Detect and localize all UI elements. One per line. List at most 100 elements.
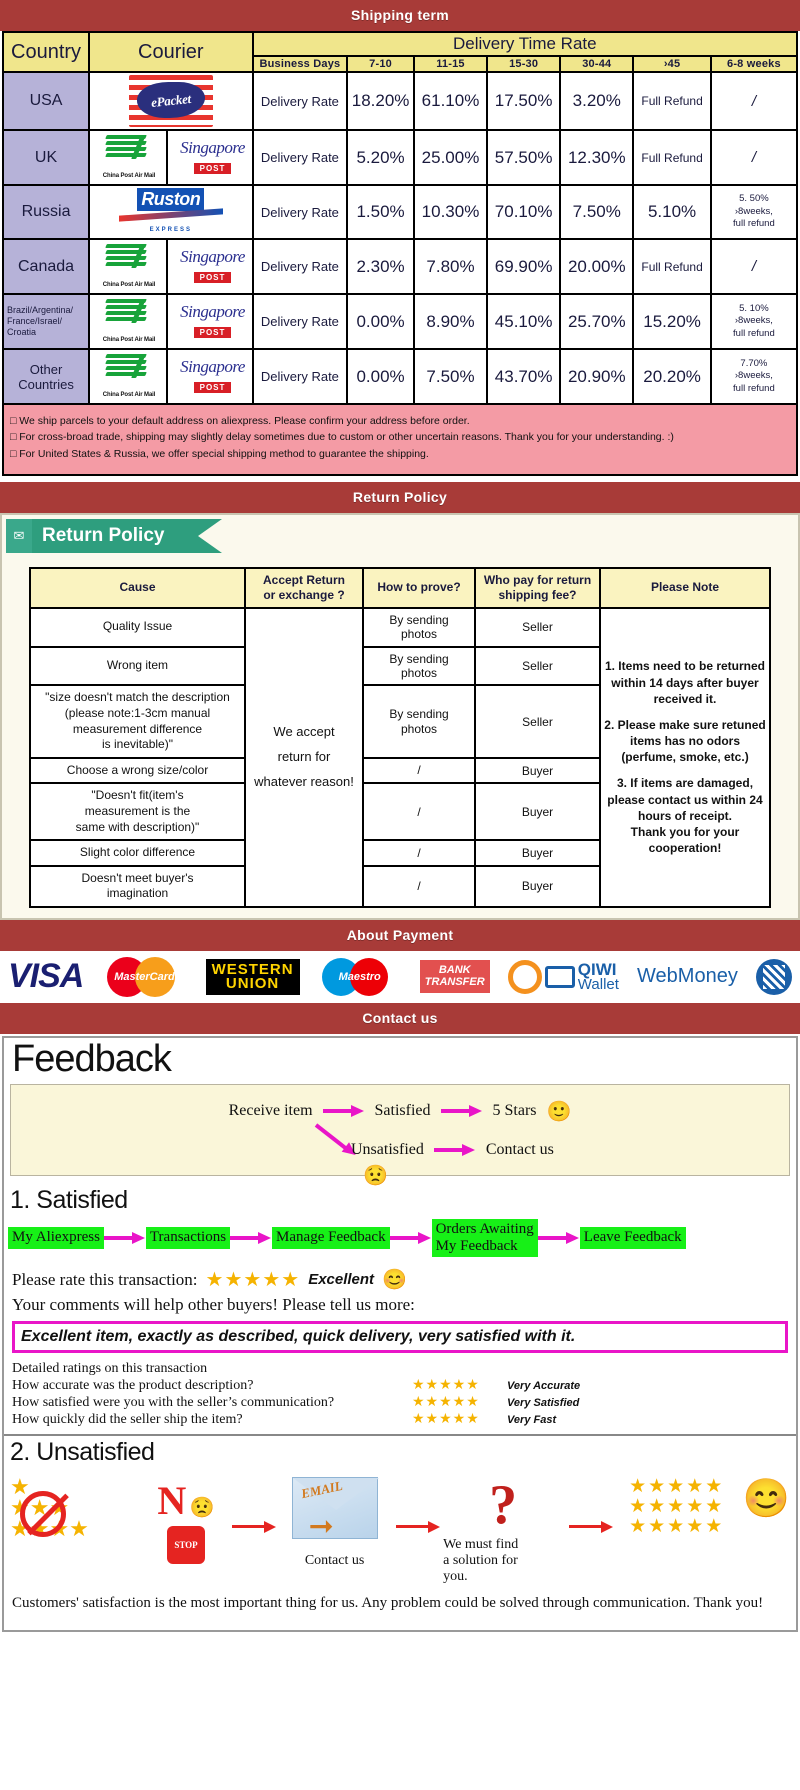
flow-five-stars: 5 Stars [492, 1102, 537, 1120]
step-orders-awaiting-my-feedback[interactable]: Orders Awaiting My Feedback [431, 1218, 538, 1258]
arrow-right-icon [569, 1521, 613, 1534]
banner-return-policy: Return Policy [0, 481, 800, 513]
qiwi-line2: Wallet [577, 975, 619, 993]
cell-please-note: 1. Items need to be returned within 14 d… [599, 606, 771, 908]
th-who-pays: Who pay for return shipping fee? [474, 566, 601, 609]
satisfied-steps: My Aliexpress Transactions Manage Feedba… [4, 1218, 796, 1260]
unsatisfied-heading: 2. Unsatisfied [10, 1438, 155, 1467]
th-please-note: Please Note [599, 566, 771, 609]
cell-rate-6-8-weeks: 5. 10% ›8weeks, full refund [709, 293, 799, 350]
step-leave-feedback[interactable]: Leave Feedback [579, 1227, 686, 1249]
cell-rate-30-44: 25.70% [559, 293, 635, 350]
star-grid-icon: ★★★★★ ★★★★★ ★★★★★ [629, 1476, 725, 1538]
return-policy-section: ✉ Return Policy Cause Accept Return or e… [0, 512, 800, 920]
detail-question: How quickly did the seller ship the item… [12, 1411, 243, 1427]
return-policy-tab-label: Return Policy [32, 518, 198, 553]
cell-rate-30-44: 12.30% [559, 129, 635, 186]
th-range-30-44: 30-44 [559, 55, 635, 73]
five-stars-group: ★★★★★ ★★★★★ ★★★★★ [617, 1477, 737, 1537]
th-accept-return: Accept Return or exchange ? [244, 566, 364, 609]
cell-delivery-rate-label: Delivery Rate [251, 184, 349, 240]
cell-accept-return: We accept return for whatever reason! [244, 606, 364, 908]
happy-face-icon: 😊 [382, 1269, 407, 1292]
cell-courier-logos: ePacket [88, 71, 254, 131]
th-cause: Cause [29, 566, 246, 609]
cell-cause: "Doesn't fit(item's measurement is the s… [29, 782, 246, 842]
table-row: Canada China Post Air Mail Singapore POS… [1, 238, 799, 295]
cell-cause: Quality Issue [29, 606, 246, 648]
step-transactions[interactable]: Transactions [145, 1227, 231, 1249]
cell-cause: Wrong item [29, 645, 246, 687]
cell-cause: Doesn't meet buyer's imagination [29, 864, 246, 908]
shipping-table: Country Courier Delivery Time Rate Busin… [1, 31, 799, 405]
table-row: Russia Ruston EXPRESS Delivery Rate 1.50… [1, 184, 799, 240]
contact-us-caption: Contact us [304, 1553, 365, 1569]
detail-question: How satisfied were you with the seller’s… [12, 1394, 335, 1410]
cell-rate-6-8-weeks: / [709, 238, 799, 295]
cell-country: Russia [1, 184, 91, 240]
visa-logo-icon: VISA [8, 957, 84, 996]
detail-label: Very Fast [507, 1413, 557, 1426]
cell-who-pays: Buyer [474, 864, 601, 908]
cell-rate-7-10: 5.20% [346, 129, 415, 186]
step-manage-feedback[interactable]: Manage Feedback [272, 1227, 390, 1249]
email-label: EMAIL [299, 1478, 344, 1502]
th-courier: Courier [88, 31, 254, 73]
th-delivery-time-rate: Delivery Time Rate [251, 31, 799, 57]
cell-rate-11-15: 25.00% [412, 129, 489, 186]
china-post-air-mail-logo-icon: China Post Air Mail [92, 133, 166, 182]
china-post-air-mail-logo-icon: China Post Air Mail [92, 297, 166, 346]
feedback-flow-diagram: Receive item Satisfied 5 Stars 🙂 Unsatis… [10, 1083, 790, 1187]
cell-rate-15-30: 70.10% [486, 184, 562, 240]
china-post-air-mail-logo-icon: China Post Air Mail [92, 352, 166, 401]
flow-row-top: Receive item Satisfied 5 Stars 🙂 [21, 1099, 779, 1124]
cell-rate-over-45: Full Refund [632, 129, 712, 186]
th-range-15-30: 15-30 [486, 55, 562, 73]
cell-rate-7-10: 18.20% [346, 71, 415, 131]
cell-delivery-rate-label: Delivery Rate [251, 71, 349, 131]
return-policy-tab: ✉ Return Policy [6, 518, 222, 553]
flow-unsatisfied: Unsatisfied [351, 1140, 424, 1158]
cell-rate-7-10: 1.50% [346, 184, 415, 240]
happy-face-icon: 🙂 [546, 1100, 572, 1123]
banner-contact-us: Contact us [0, 1002, 800, 1034]
comment-input[interactable]: Excellent item, exactly as described, qu… [12, 1321, 788, 1354]
star-rating-icon[interactable]: ★★★★★ [412, 1394, 507, 1411]
wu-line2: UNION [225, 974, 280, 992]
flow-contact-us: Contact us [485, 1140, 554, 1158]
arrow-curve-icon: ➞ [308, 1510, 334, 1544]
rate-word: Excellent [308, 1271, 375, 1289]
prohibited-icon [20, 1491, 66, 1538]
arrow-right-icon [433, 1143, 476, 1156]
detail-question: How accurate was the product description… [12, 1377, 254, 1393]
detail-row: How satisfied were you with the seller’s… [12, 1394, 788, 1411]
star-rating-icon[interactable]: ★★★★★ [412, 1377, 507, 1394]
western-union-logo-icon: WESTERN UNION [205, 958, 300, 996]
tab-arrow-shape [198, 518, 222, 553]
stop-sign-icon: STOP [167, 1526, 205, 1565]
cell-delivery-rate-label: Delivery Rate [251, 129, 349, 186]
happy-face-icon: 😊 [742, 1478, 791, 1521]
table-row: UK China Post Air Mail Singapore POST De… [1, 129, 799, 186]
cell-how-to-prove: By sending photos [362, 684, 476, 759]
cell-rate-11-15: 61.10% [412, 71, 489, 131]
cell-rate-30-44: 3.20% [559, 71, 635, 131]
step-my-aliexpress[interactable]: My Aliexpress [8, 1227, 104, 1249]
note-3: 3. If items are damaged, please contact … [607, 776, 763, 856]
bank-line2: TRANSFER [424, 975, 485, 988]
bank-line1: BANK [438, 964, 471, 977]
cell-rate-6-8-weeks: / [709, 71, 799, 131]
star-rating-icon[interactable]: ★★★★★ [206, 1267, 301, 1292]
letter-n-icon: N [157, 1478, 187, 1524]
cell-courier-singapore-post: Singapore POST [165, 348, 254, 405]
no-stars-illustration: ★ ★★★ ★★★★ [10, 1476, 140, 1569]
cell-rate-over-45: 20.20% [632, 348, 712, 405]
star-rating-icon[interactable]: ★★★★★ [412, 1411, 507, 1428]
arrow-right-icon [230, 1232, 272, 1245]
th-country: Country [1, 31, 91, 73]
cell-rate-15-30: 43.70% [486, 348, 562, 405]
cell-rate-11-15: 7.80% [412, 238, 489, 295]
cell-cause: Slight color difference [29, 839, 246, 867]
mastercard-logo-icon: MasterCard [101, 956, 187, 997]
maestro-label: Maestro [338, 970, 381, 983]
